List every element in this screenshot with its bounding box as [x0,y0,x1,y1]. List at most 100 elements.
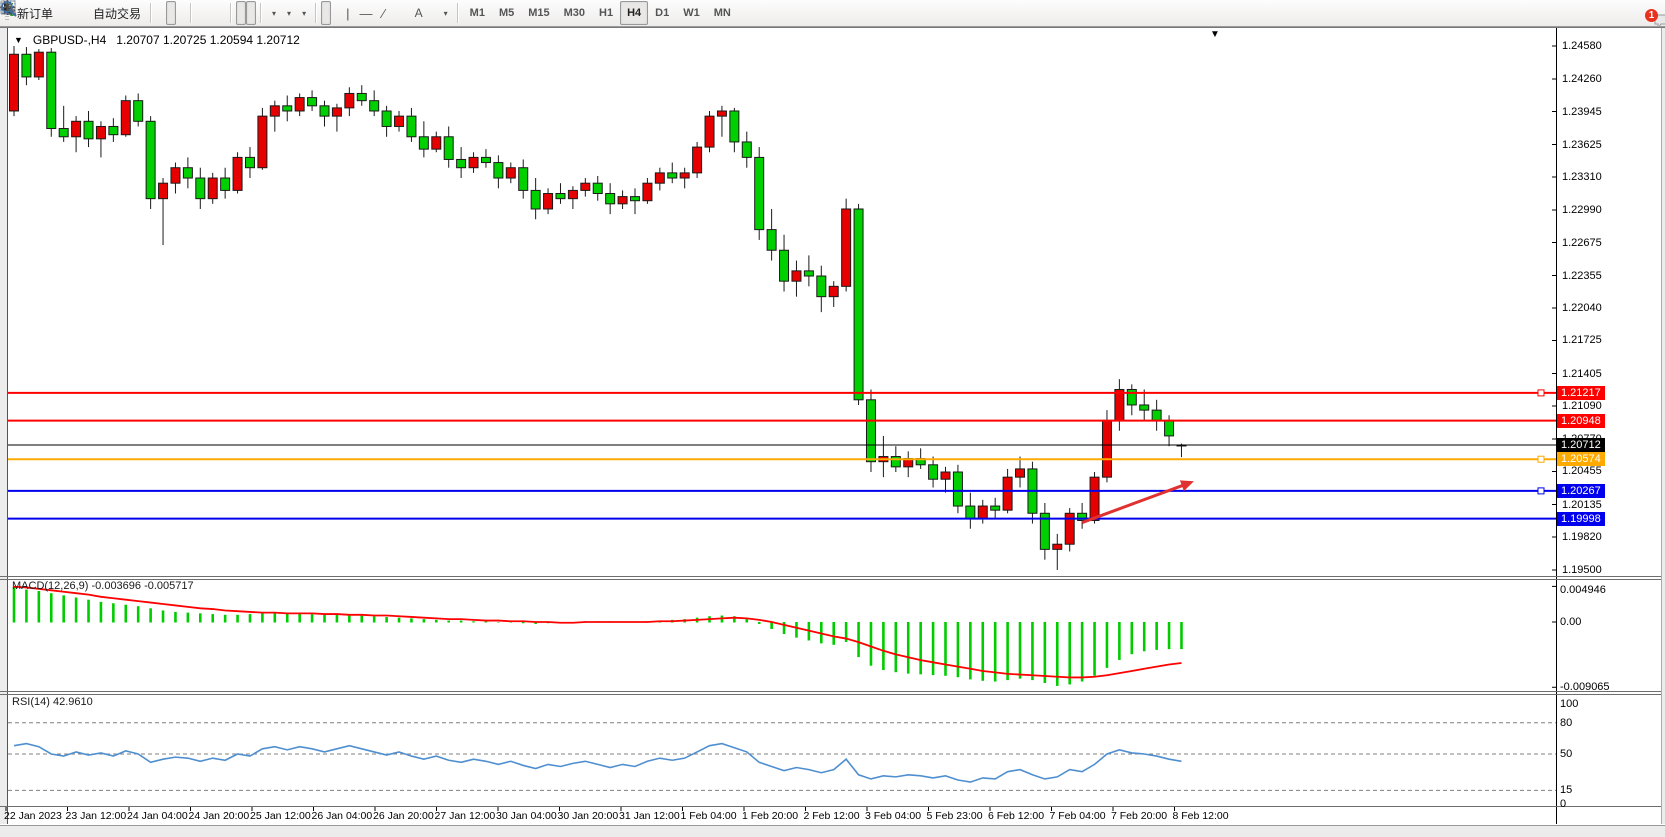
candle-bull [258,116,267,168]
candle-bear [308,98,317,106]
chart-canvas[interactable] [0,28,1665,824]
candle-bear [606,194,615,204]
price-tick-label: 1.24580 [1562,40,1602,52]
new-chart-button[interactable]: ▾ [266,1,281,25]
macd-axis-label: 0.00 [1560,616,1581,628]
price-line-badge: 1.20712 [1557,438,1605,452]
arrows-tool-button[interactable]: ▾ [438,1,453,25]
timeframe-M1[interactable]: M1 [463,1,492,25]
candle-bear [866,400,875,462]
candle-bear [59,129,68,137]
candle-bear [966,506,975,518]
time-axis-line [0,806,1661,807]
auto-scroll-button[interactable] [236,1,246,25]
candle-bull [208,178,217,199]
candle-bull [395,116,404,126]
candle-bull [978,506,987,518]
text-label-tool-button[interactable]: T [428,1,438,25]
panel-splitter [0,694,1661,695]
search-icon[interactable] [0,0,17,17]
window-bottom-strip [0,825,1665,837]
trendline-tool-button[interactable]: ∕ [377,1,389,25]
fibonacci-tool-button[interactable]: F [400,1,410,25]
candle-bull [121,101,130,135]
bar-chart-button[interactable] [156,1,166,25]
candle-bear [854,209,863,400]
price-tick-label: 1.20455 [1562,465,1602,477]
candle-bear [1127,389,1136,404]
time-axis-label: 23 Jan 12:00 [66,810,127,822]
mt4-window: 新订单 自动交易 [0,0,1665,837]
tile-windows-button[interactable] [216,1,226,25]
text-tool-button[interactable]: A [410,1,428,25]
line-chart-button[interactable] [176,1,186,25]
toolbar-separator [190,3,192,23]
cursor-tool-button[interactable] [321,1,331,25]
timeframe-group: M1M5M15M30H1H4D1W1MN [463,1,738,25]
timeframe-M30[interactable]: M30 [557,1,592,25]
candle-bull [332,108,341,116]
candle-bear [519,168,528,191]
candle-bull [34,52,43,77]
time-axis-label: 22 Jan 2023 [4,810,62,822]
candle-bear [668,173,677,178]
vertical-line-tool-button[interactable]: | [341,1,354,25]
timeframe-MN[interactable]: MN [707,1,738,25]
candlestick-chart-button[interactable] [166,1,176,25]
candle-bear [631,197,640,201]
candle-bear [370,101,379,111]
horizontal-line-icon: — [359,6,372,21]
vertical-line-icon: | [346,6,349,21]
template-button[interactable]: ▾ [296,1,311,25]
candle-bull [581,183,590,190]
time-axis-label: 30 Jan 20:00 [558,810,619,822]
time-axis-label: 6 Feb 12:00 [988,810,1044,822]
arrow-annotation-head[interactable] [1180,480,1194,491]
period-button[interactable]: ▾ [281,1,296,25]
timeframe-D1[interactable]: D1 [648,1,676,25]
candle-bear [22,54,31,77]
price-tick-label: 1.23625 [1562,139,1602,151]
panel-splitter[interactable] [0,576,1661,577]
candle-bear [991,506,1000,510]
chart-shift-button[interactable] [246,1,256,25]
candle-bull [96,126,105,138]
timeframe-H1[interactable]: H1 [592,1,620,25]
price-tick-label: 1.22355 [1562,270,1602,282]
candle-bear [84,121,93,139]
market-watch-button[interactable] [58,1,68,25]
text-icon: A [415,6,423,20]
line-handle[interactable] [1538,488,1544,494]
navigator-button[interactable] [68,1,78,25]
signals-button[interactable] [78,1,88,25]
auto-trading-button[interactable]: 自动交易 [88,1,146,25]
time-axis-label: 26 Jan 04:00 [312,810,373,822]
zoom-in-button[interactable] [196,1,206,25]
price-tick-label: 1.22990 [1562,204,1602,216]
candle-bear [804,271,813,276]
timeframe-H4[interactable]: H4 [620,1,648,25]
candle-bull [72,121,81,136]
price-line-badge: 1.20267 [1557,484,1605,498]
notification-badge: 1 [1645,9,1658,22]
channel-tool-button[interactable]: E [390,1,400,25]
rsi-axis-label: 0 [1560,798,1566,810]
candle-bear [47,52,56,128]
panel-splitter [0,579,1661,580]
timeframe-M5[interactable]: M5 [492,1,521,25]
crosshair-tool-button[interactable] [331,1,341,25]
horizontal-line-tool-button[interactable]: — [354,1,377,25]
candle-bear [444,137,453,160]
time-axis-label: 27 Jan 12:00 [435,810,496,822]
price-tick-label: 1.20135 [1562,499,1602,511]
timeframe-W1[interactable]: W1 [676,1,707,25]
time-axis-label: 25 Jan 12:00 [250,810,311,822]
candle-bear [1165,420,1174,435]
zoom-out-button[interactable] [206,1,216,25]
candle-bear [419,137,428,149]
line-handle[interactable] [1538,456,1544,462]
timeframe-M15[interactable]: M15 [521,1,556,25]
line-handle[interactable] [1538,390,1544,396]
panel-splitter[interactable] [0,691,1661,692]
new-order-button[interactable]: 新订单 [12,1,58,25]
